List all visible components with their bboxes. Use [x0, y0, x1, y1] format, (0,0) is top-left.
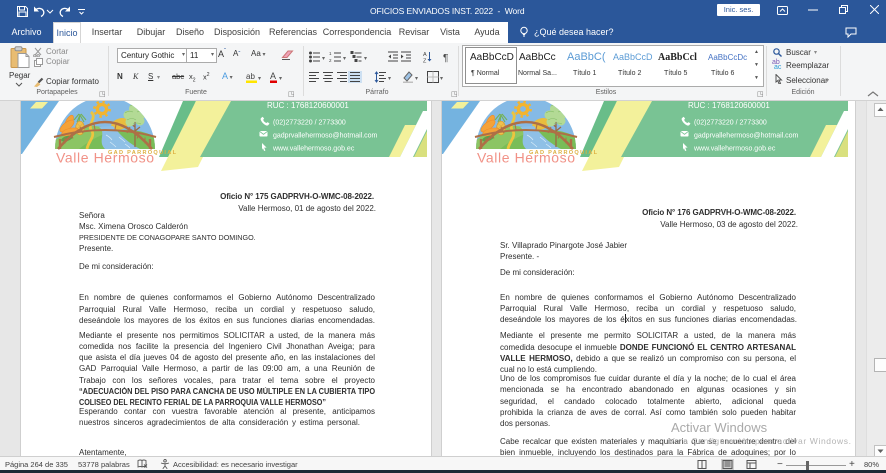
svg-text:ac: ac — [774, 64, 782, 69]
svg-text:A: A — [423, 52, 427, 58]
svg-text:1: 1 — [329, 51, 332, 56]
svg-text:▾: ▾ — [279, 76, 282, 82]
svg-text:▾: ▾ — [322, 56, 325, 62]
svg-text:ab: ab — [246, 72, 255, 81]
svg-text:www.vallehermoso.gob.ec: www.vallehermoso.gob.ec — [693, 146, 776, 153]
svg-text:▾: ▾ — [415, 76, 418, 82]
svg-text:gadprvallehermoso@hotmail.com: gadprvallehermoso@hotmail.com — [694, 133, 799, 140]
svg-text:(02)2773220 / 2773300: (02)2773220 / 2773300 — [694, 120, 767, 127]
svg-text:▾: ▾ — [388, 76, 391, 82]
svg-text:▾: ▾ — [343, 56, 346, 62]
svg-text:Valle Hermoso: Valle Hermoso — [477, 150, 575, 166]
svg-text:▾: ▾ — [440, 76, 443, 82]
svg-text:2: 2 — [329, 58, 332, 63]
svg-text:¶: ¶ — [443, 53, 448, 63]
svg-text:Z: Z — [423, 58, 427, 63]
svg-text:▾: ▾ — [364, 56, 367, 62]
svg-text:A: A — [270, 71, 276, 81]
svg-text:RUC : 1768120600001: RUC : 1768120600001 — [688, 101, 770, 110]
svg-text:▾: ▾ — [258, 76, 261, 82]
